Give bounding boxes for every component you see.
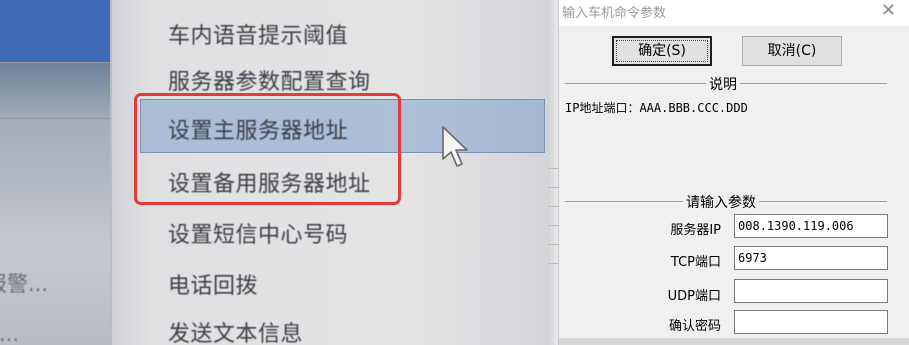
mouse-cursor-icon <box>442 126 468 167</box>
udp-port-input[interactable] <box>734 279 888 303</box>
dialog-bottom-edge <box>559 338 909 345</box>
explain-text: IP地址端口：AAA.BBB.CCC.DDD <box>565 101 748 115</box>
confirm-password-label: 确认密码 <box>668 319 721 334</box>
selected-row-band <box>0 0 110 62</box>
menu-item-voice-threshold[interactable]: 车内语音提示阈值 <box>168 18 348 50</box>
tcp-port-label: TCP端口 <box>670 255 721 270</box>
tcp-port-input[interactable]: 6973 <box>734 246 888 270</box>
divider <box>0 118 110 119</box>
dialog-titlebar: 输入车机命令参数 ✕ <box>559 0 909 26</box>
menu-fragment-task: 务... <box>0 322 20 345</box>
left-window-strip: 报警... 务... <box>0 0 110 345</box>
server-ip-input[interactable]: 008.1390.119.006 <box>734 214 888 238</box>
cancel-button[interactable]: 取消(C) <box>742 36 842 66</box>
close-icon[interactable]: ✕ <box>881 1 896 21</box>
udp-port-label: UDP端口 <box>667 289 721 304</box>
server-ip-label: 服务器IP <box>670 223 721 238</box>
ok-button[interactable]: 确定(S) <box>612 36 712 66</box>
params-group-title: 请输入参数 <box>683 192 759 212</box>
dialog-title: 输入车机命令参数 <box>562 6 667 21</box>
red-highlight-box <box>134 93 401 205</box>
menu-separator <box>110 0 112 345</box>
context-menu-photo: 报警... 务... 车内语音提示阈值 服务器参数配置查询 设置主服务器地址 设… <box>0 0 548 345</box>
divider <box>0 62 110 63</box>
menu-item-server-config-query[interactable]: 服务器参数配置查询 <box>168 64 371 96</box>
explain-group-title: 说明 <box>706 74 740 94</box>
menu-item-call-back[interactable]: 电话回拨 <box>168 268 258 300</box>
menu-fragment-alarm: 报警... <box>0 272 49 296</box>
confirm-password-input[interactable] <box>734 310 888 334</box>
background-window-edge <box>548 150 558 300</box>
menu-item-set-sms-center[interactable]: 设置短信中心号码 <box>168 217 348 249</box>
menu-item-send-text[interactable]: 发送文本信息 <box>168 316 303 345</box>
command-params-dialog: 输入车机命令参数 ✕ 确定(S) 取消(C) 说明 IP地址端口：AAA.BBB… <box>558 0 909 345</box>
